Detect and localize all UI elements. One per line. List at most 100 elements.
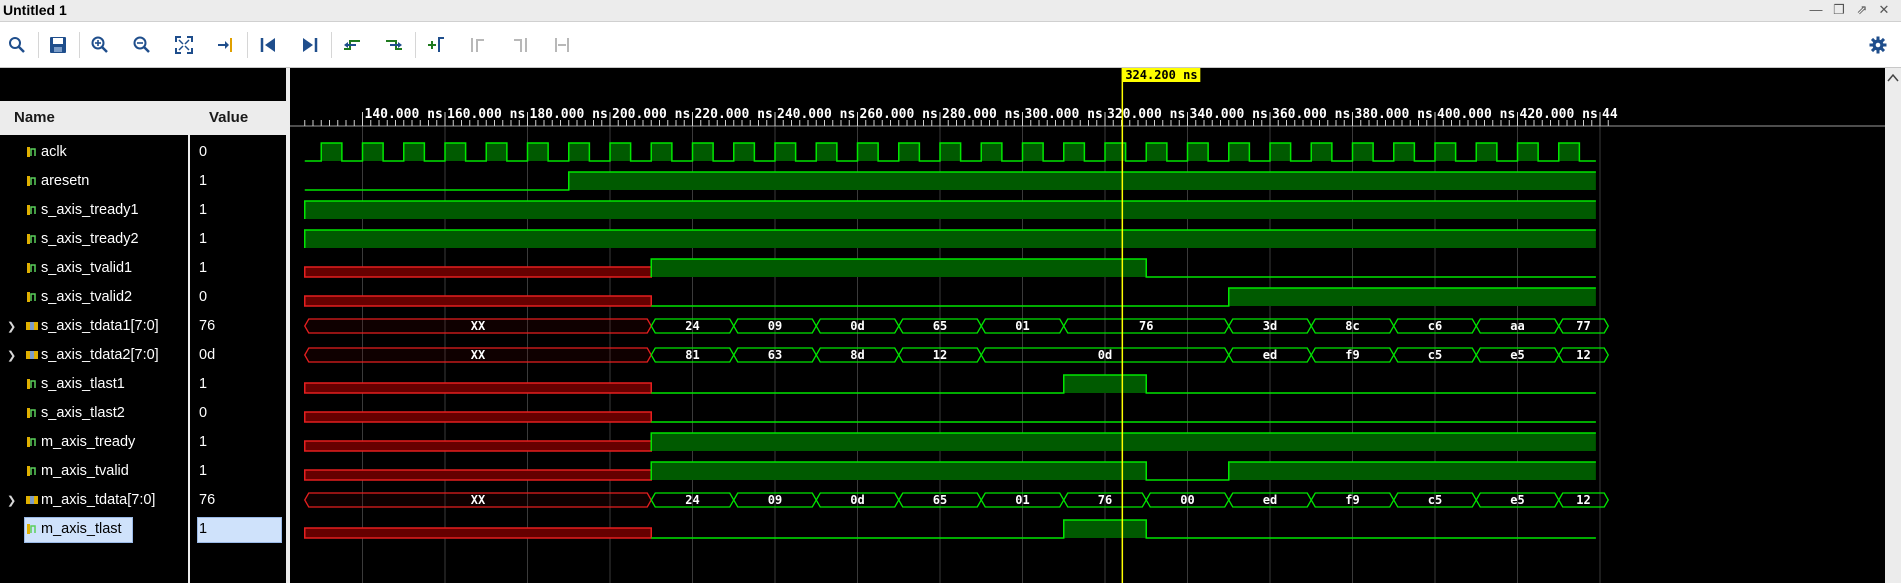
bit-signal-icon (27, 234, 36, 244)
bit-signal-icon (27, 147, 36, 157)
next-marker-icon[interactable] (505, 30, 535, 60)
waveform-high-fill (1228, 288, 1596, 306)
title-bar: Untitled 1 — ❐ ⇗ ✕ (0, 0, 1901, 22)
signal-row[interactable]: s_axis_tlast1 1 (0, 370, 286, 399)
add-marker-icon[interactable] (421, 30, 451, 60)
time-tick-label: 380.000 ns (1355, 107, 1433, 122)
time-tick-label: 140.000 ns (365, 107, 443, 122)
signal-row[interactable]: aclk 0 (0, 138, 286, 167)
signal-row[interactable]: s_axis_tvalid2 0 (0, 283, 286, 312)
go-to-last-time-icon[interactable] (295, 30, 325, 60)
bus-value-label: 12 (1576, 348, 1590, 362)
waveform-canvas[interactable]: 140.000 ns 160.000 ns 180.000 ns 200.000 ns… (290, 68, 1885, 583)
time-tick-label: 300.000 ns (1025, 107, 1103, 122)
bus-value-label: ed (1263, 348, 1277, 362)
signal-row[interactable]: m_axis_tvalid 1 (0, 457, 286, 486)
waveform-undefined (304, 382, 652, 394)
signal-name: s_axis_tvalid2 (41, 289, 133, 305)
time-tick-label: 400.000 ns (1437, 107, 1515, 122)
waveform-high-fill (1228, 462, 1596, 480)
waveform-high-fill (1063, 375, 1147, 393)
window-title: Untitled 1 (3, 2, 67, 18)
bus-value-label: 3d (1263, 319, 1277, 333)
waveform-undefined (304, 411, 652, 423)
waveform-high-fill (733, 143, 755, 161)
waveform-high-fill (1187, 143, 1209, 161)
bus-value-label: 81 (685, 348, 699, 362)
time-tick-label: 220.000 ns (695, 107, 773, 122)
time-tick-label: 360.000 ns (1272, 107, 1350, 122)
waveform-high-fill (816, 143, 837, 161)
bus-value-label: 65 (933, 493, 947, 507)
signal-row[interactable]: ❯ m_axis_tdata[7:0] 76 (0, 486, 286, 515)
bus-value-label: f9 (1345, 348, 1359, 362)
waveform-high-fill (775, 143, 796, 161)
signal-name: s_axis_tdata2[7:0] (41, 347, 159, 363)
zoom-in-icon[interactable] (85, 30, 115, 60)
time-tick-label: 340.000 ns (1190, 107, 1268, 122)
zoom-out-icon[interactable] (127, 30, 157, 60)
waveform-undefined (304, 295, 652, 307)
bus-value-label: 8d (850, 348, 864, 362)
signal-row[interactable]: ❯ s_axis_tdata2[7:0] 0d (0, 341, 286, 370)
waveform-high-fill (568, 143, 590, 161)
minimize-icon[interactable]: — (1808, 3, 1824, 19)
next-transition-icon[interactable] (379, 30, 409, 60)
waveform-high-fill (1270, 143, 1291, 161)
toolbar-separator (38, 32, 39, 58)
bit-signal-icon (27, 524, 36, 534)
value-column-label: Value (209, 109, 249, 126)
signal-value: 1 (199, 434, 208, 450)
waveform-high-fill (1063, 520, 1147, 538)
bus-signal-icon (26, 351, 38, 359)
signal-name: s_axis_tlast2 (41, 405, 125, 421)
bus-value-label: 63 (768, 348, 782, 362)
signal-row[interactable]: aresetn 1 (0, 167, 286, 196)
value-column-header[interactable]: Value (189, 101, 286, 135)
toolbar-separator (79, 32, 80, 58)
go-to-cursor-icon[interactable] (211, 30, 241, 60)
zoom-fit-icon[interactable] (169, 30, 199, 60)
save-icon[interactable] (43, 30, 73, 60)
signal-row[interactable]: s_axis_tready2 1 (0, 225, 286, 254)
selection-highlight (197, 517, 282, 543)
bus-value-label: e5 (1510, 348, 1524, 362)
scroll-up-icon[interactable] (1885, 68, 1901, 88)
time-tick-label: 200.000 ns (612, 107, 690, 122)
waveform-high-fill (403, 143, 425, 161)
signal-row[interactable]: s_axis_tready1 1 (0, 196, 286, 225)
float-icon[interactable]: ⇗ (1854, 3, 1870, 19)
toolbar-separator (331, 32, 332, 58)
close-icon[interactable]: ✕ (1876, 3, 1892, 19)
signal-value: 0 (199, 144, 208, 160)
previous-transition-icon[interactable] (337, 30, 367, 60)
expand-chevron-icon[interactable]: ❯ (7, 320, 16, 333)
previous-marker-icon[interactable] (463, 30, 493, 60)
expand-chevron-icon[interactable]: ❯ (7, 349, 16, 362)
name-column-header[interactable]: Name (0, 101, 189, 135)
signal-row[interactable]: m_axis_tready 1 (0, 428, 286, 457)
bit-signal-icon (27, 437, 36, 447)
vertical-scrollbar[interactable] (1885, 68, 1901, 583)
swap-cursors-icon[interactable] (547, 30, 577, 60)
restore-icon[interactable]: ❐ (1831, 3, 1847, 19)
toolbar-separator (415, 32, 416, 58)
gear-icon[interactable] (1863, 30, 1893, 60)
signal-row[interactable]: ❯ s_axis_tdata1[7:0] 76 (0, 312, 286, 341)
expand-chevron-icon[interactable]: ❯ (7, 494, 16, 507)
signal-row[interactable]: s_axis_tvalid1 1 (0, 254, 286, 283)
signal-name: s_axis_tlast1 (41, 376, 125, 392)
signal-name: s_axis_tvalid1 (41, 260, 133, 276)
bit-signal-icon (27, 292, 36, 302)
search-icon[interactable] (2, 30, 32, 60)
bus-value-label: e5 (1510, 493, 1524, 507)
waveform-high-fill (1517, 143, 1539, 161)
signal-row[interactable]: s_axis_tlast2 0 (0, 399, 286, 428)
signal-value: 0d (199, 347, 216, 363)
waveform-undefined (304, 440, 652, 452)
go-to-time-0-icon[interactable] (253, 30, 283, 60)
signal-row[interactable]: m_axis_tlast 1 (0, 515, 286, 544)
bus-value-label: 01 (1015, 493, 1029, 507)
signal-value: 1 (199, 260, 208, 276)
time-tick-label: 160.000 ns (447, 107, 525, 122)
